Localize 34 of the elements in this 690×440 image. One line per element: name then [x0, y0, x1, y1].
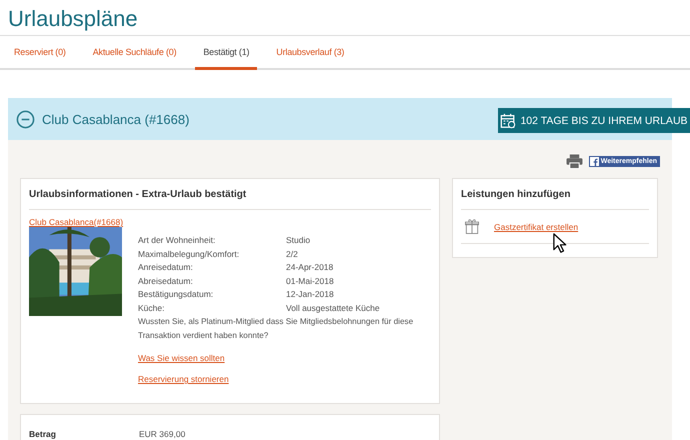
tab[interactable]: Aktuelle Suchläufe (0): [84, 36, 184, 68]
detail-value: Studio: [286, 234, 310, 247]
print-icon[interactable]: [566, 154, 583, 168]
certificate-link[interactable]: Gastzertifikat erstellen: [494, 222, 578, 232]
booking-title: Club Casablanca (#1668): [42, 112, 190, 126]
collapse-icon[interactable]: [16, 110, 35, 128]
detail-label: Anreisedatum:: [138, 261, 194, 274]
gift-icon: [465, 218, 479, 235]
info-link[interactable]: Reservierung stornieren: [138, 374, 229, 384]
card-heading: Leistungen hinzufügen: [461, 179, 649, 210]
detail-value: 01-Mai-2018: [286, 274, 334, 288]
facebook-icon: [590, 156, 599, 166]
tab[interactable]: Bestätigt (1): [195, 36, 258, 70]
card-heading: Urlaubsinformationen - Extra-Urlaub bestätigt: [29, 179, 431, 210]
info-link[interactable]: Was Sie wissen sollten: [138, 353, 225, 363]
detail-label: Bestätigungsdatum:: [138, 288, 214, 301]
countdown-badge: 102 TAGE BIS ZU IHREM URLAUB: [498, 108, 690, 133]
detail-label: Art der Wohneinheit:: [138, 234, 216, 247]
page-title: Urlaubspläne: [0, 0, 690, 36]
member-note: Wussten Sie, als Platinum-Mitglied dass Sie Mitgliedsbelohnungen für diese Transaktion verdient haben konnte?: [138, 316, 414, 342]
detail-label: Maximalbelegung/Komfort:: [138, 248, 240, 261]
resort-link[interactable]: Club Casablanca(#1668): [29, 217, 431, 227]
amount-label: Betrag: [29, 429, 57, 439]
tab[interactable]: Urlaubsverlauf (3): [268, 36, 352, 68]
detail-value: 24-Apr-2018: [286, 261, 334, 274]
detail-label: Küche:: [138, 302, 166, 314]
calendar-icon: [500, 112, 516, 128]
detail-value: Voll ausgestattete Küche: [286, 302, 380, 315]
cursor-icon: [553, 233, 567, 254]
detail-value: 2/2: [286, 248, 298, 260]
tab[interactable]: Reserviert (0): [6, 36, 74, 68]
detail-value: 12-Jan-2018: [286, 288, 334, 301]
detail-label: Abreisedatum:: [138, 274, 194, 288]
amount-value: EUR 369,00: [139, 429, 186, 439]
